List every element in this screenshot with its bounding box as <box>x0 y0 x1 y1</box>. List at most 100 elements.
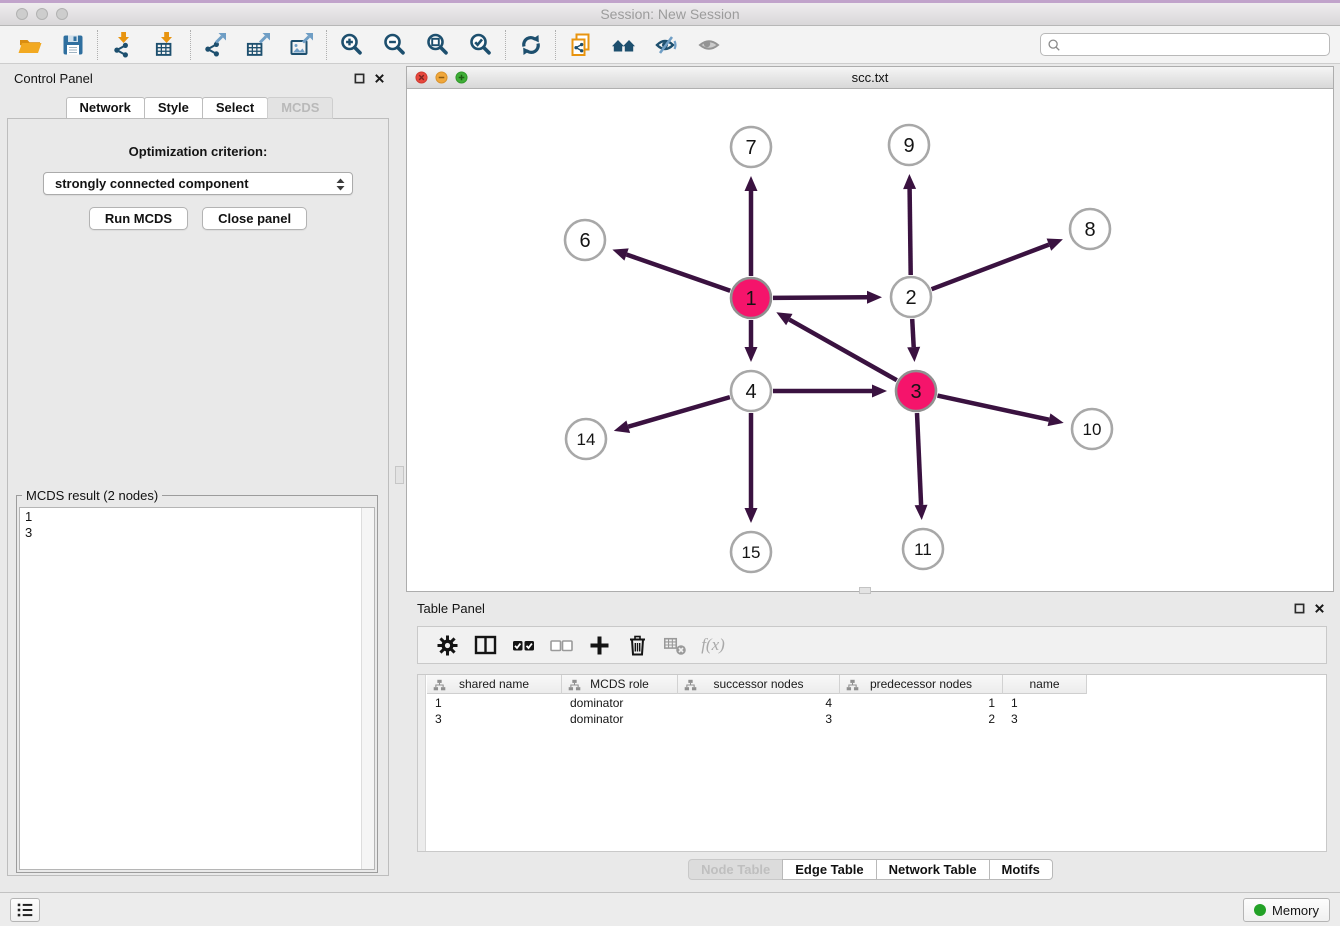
control-panel-tabs: NetworkStyleSelectMCDS <box>4 97 394 119</box>
mcds-result-legend: MCDS result (2 nodes) <box>22 488 162 503</box>
toggle-panel-layout-icon[interactable] <box>466 630 504 660</box>
cell-successor-nodes[interactable]: 3 <box>678 711 840 727</box>
task-history-button[interactable] <box>10 898 40 922</box>
graph-edge-4-14[interactable] <box>628 397 730 427</box>
column-header-name[interactable]: name <box>1003 675 1087 694</box>
graph-edge-3-10[interactable] <box>938 396 1050 420</box>
cell-successor-nodes[interactable]: 4 <box>678 695 840 711</box>
control-panel-title: Control Panel <box>14 71 93 86</box>
graph-edge-arrowhead <box>903 174 916 189</box>
cell-name[interactable]: 3 <box>1003 711 1087 727</box>
clone-network-icon[interactable] <box>559 29 602 61</box>
first-neighbors-icon[interactable] <box>602 29 645 61</box>
tab-mcds[interactable]: MCDS <box>267 97 333 119</box>
search-input[interactable] <box>1066 37 1323 52</box>
memory-button[interactable]: Memory <box>1243 898 1330 922</box>
toolbar-separator <box>505 30 506 60</box>
graph-node-label: 10 <box>1083 420 1102 439</box>
graph-edge-2-9[interactable] <box>910 189 911 275</box>
column-header-shared-name[interactable]: shared name <box>427 675 562 694</box>
close-panel-icon[interactable] <box>374 73 385 84</box>
cell-name[interactable]: 1 <box>1003 695 1087 711</box>
node-table: shared name MCDS role successor nodes prede… <box>417 674 1327 852</box>
table-row[interactable]: 1dominator411 <box>427 695 1326 711</box>
toolbar-separator <box>555 30 556 60</box>
list-icon <box>14 900 36 920</box>
save-session-icon[interactable] <box>51 29 94 61</box>
graph-edge-1-6[interactable] <box>627 255 731 291</box>
table-panel-titlebar: Table Panel <box>406 596 1334 620</box>
graph-edge-3-1[interactable] <box>789 320 897 381</box>
zoom-in-icon[interactable] <box>330 29 373 61</box>
import-network-icon[interactable] <box>101 29 144 61</box>
graph-edge-arrowhead <box>1048 413 1064 426</box>
graph-edge-2-8[interactable] <box>932 245 1049 290</box>
run-mcds-button[interactable]: Run MCDS <box>89 207 188 230</box>
column-settings-icon[interactable] <box>428 630 466 660</box>
float-panel-icon[interactable] <box>354 73 365 84</box>
float-panel-icon[interactable] <box>1294 603 1305 614</box>
graph-edge-1-2[interactable] <box>773 297 867 298</box>
graph-edge-3-11[interactable] <box>917 413 921 505</box>
graph-edge-arrowhead <box>612 248 628 260</box>
graph-node-label: 15 <box>742 543 761 562</box>
toolbar-separator <box>97 30 98 60</box>
zoom-selected-icon[interactable] <box>459 29 502 61</box>
graph-edge-arrowhead <box>745 176 758 191</box>
column-header-label: shared name <box>459 677 529 691</box>
network-view-title: scc.txt <box>407 70 1333 85</box>
tab-network[interactable]: Network <box>66 97 145 119</box>
cell-shared-name[interactable]: 1 <box>427 695 562 711</box>
tab-select[interactable]: Select <box>202 97 268 119</box>
column-header-label: MCDS role <box>590 677 649 691</box>
view-resize-handle[interactable] <box>859 587 871 594</box>
refresh-view-icon[interactable] <box>509 29 552 61</box>
graph-node-label: 7 <box>745 137 756 159</box>
open-session-icon[interactable] <box>8 29 51 61</box>
import-table-icon[interactable] <box>144 29 187 61</box>
search-box[interactable] <box>1040 33 1330 56</box>
mcds-result-area: 13 <box>19 507 375 870</box>
mcds-panel: Optimization criterion: strongly connect… <box>7 118 389 876</box>
network-view-titlebar: scc.txt <box>407 67 1333 89</box>
table-row[interactable]: 3dominator323 <box>427 711 1326 727</box>
mcds-result-groupbox: MCDS result (2 nodes) 13 <box>16 495 378 873</box>
tab-network-table[interactable]: Network Table <box>876 859 990 880</box>
deselect-all-rows-icon[interactable] <box>542 630 580 660</box>
export-image-icon[interactable] <box>280 29 323 61</box>
cell-mcds-role[interactable]: dominator <box>562 711 678 727</box>
network-graph[interactable]: 1234678910111415 <box>407 89 1333 591</box>
split-pane-handle[interactable] <box>395 466 404 484</box>
graph-edge-2-3[interactable] <box>912 319 914 347</box>
tab-style[interactable]: Style <box>144 97 203 119</box>
delete-selected-icon[interactable] <box>618 630 656 660</box>
hide-selected-icon[interactable] <box>645 29 688 61</box>
tab-node-table[interactable]: Node Table <box>688 859 783 880</box>
close-panel-button[interactable]: Close panel <box>202 207 307 230</box>
zoom-out-icon[interactable] <box>373 29 416 61</box>
zoom-fit-icon[interactable] <box>416 29 459 61</box>
graph-edge-arrowhead <box>867 291 882 304</box>
export-network-icon[interactable] <box>194 29 237 61</box>
cell-predecessor-nodes[interactable]: 1 <box>840 695 1003 711</box>
close-panel-icon[interactable] <box>1314 603 1325 614</box>
cell-mcds-role[interactable]: dominator <box>562 695 678 711</box>
cell-predecessor-nodes[interactable]: 2 <box>840 711 1003 727</box>
optimization-criterion-select[interactable]: strongly connected component <box>43 172 353 195</box>
column-header-label: predecessor nodes <box>870 677 972 691</box>
tab-edge-table[interactable]: Edge Table <box>782 859 876 880</box>
selected-criterion: strongly connected component <box>55 176 249 191</box>
select-all-rows-icon[interactable] <box>504 630 542 660</box>
add-column-icon[interactable] <box>580 630 618 660</box>
scrollbar-track[interactable] <box>361 508 374 869</box>
column-header-label: successor nodes <box>713 677 803 691</box>
table-panel: Table Panel f(x) shared name MCDS role suc… <box>406 596 1334 886</box>
column-header-mcds-role[interactable]: MCDS role <box>562 675 678 694</box>
export-table-icon[interactable] <box>237 29 280 61</box>
column-header-label: name <box>1029 677 1059 691</box>
tab-motifs[interactable]: Motifs <box>989 859 1053 880</box>
cell-shared-name[interactable]: 3 <box>427 711 562 727</box>
function-builder-icon: f(x) <box>694 630 732 660</box>
column-header-successor-nodes[interactable]: successor nodes <box>678 675 840 694</box>
column-header-predecessor-nodes[interactable]: predecessor nodes <box>840 675 1003 694</box>
